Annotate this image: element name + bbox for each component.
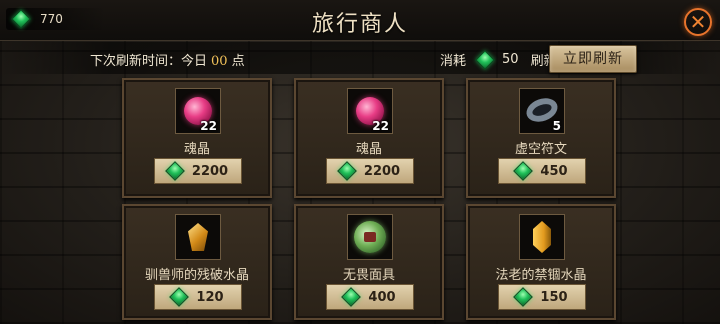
top-bar: 770 旅行商人 ✕ [0, 0, 720, 41]
refresh-hour: 00 [211, 54, 228, 69]
next-refresh-time: 下次刷新时间：今日 00 点 [90, 50, 245, 69]
item-name: 法老的禁锢水晶 [495, 268, 587, 283]
item-name: 虚空符文 [514, 142, 567, 157]
close-icon: ✕ [689, 10, 707, 34]
gem-icon [337, 161, 357, 181]
cost-label: 消耗 [440, 54, 467, 69]
fearless-mask-icon [354, 221, 386, 253]
item-name: 无畏面具 [342, 268, 395, 283]
item-price: 2200 [363, 163, 401, 179]
cost-amount: 50 [502, 52, 519, 67]
shop-item-card[interactable]: 驯兽师的残破水晶 120 [122, 204, 272, 320]
item-slot: 22 [175, 88, 221, 134]
item-price: 2200 [191, 163, 229, 179]
shop-item-card[interactable]: 22 魂晶 2200 [294, 78, 444, 198]
gem-icon [165, 161, 185, 181]
shop-item-card[interactable]: 5 虚空符文 450 [466, 78, 616, 198]
item-slot: 5 [519, 88, 565, 134]
item-name: 魂晶 [183, 142, 210, 157]
buy-button[interactable]: 120 [154, 284, 242, 310]
item-name: 驯兽师的残破水晶 [144, 268, 249, 283]
item-price: 450 [540, 163, 568, 179]
item-quantity: 5 [552, 119, 561, 133]
item-price: 400 [368, 289, 396, 305]
shop-item-card[interactable]: 法老的禁锢水晶 150 [466, 204, 616, 320]
pharaoh-crystal-icon [533, 221, 551, 253]
gem-icon [513, 161, 534, 181]
shop-item-card[interactable]: 无畏面具 400 [294, 204, 444, 320]
refresh-cost: 消耗 50 刷新 [440, 49, 557, 70]
item-slot [347, 214, 393, 260]
gem-icon [475, 49, 495, 70]
item-name: 魂晶 [355, 142, 382, 157]
gem-icon [341, 287, 362, 307]
gem-icon [513, 287, 534, 307]
refresh-now-button[interactable]: 立即刷新 [549, 45, 637, 73]
shop-item-card[interactable]: 22 魂晶 2200 [122, 78, 272, 198]
item-slot: 22 [347, 88, 393, 134]
buy-button[interactable]: 150 [498, 284, 586, 310]
item-slot [519, 214, 565, 260]
item-quantity: 22 [200, 119, 217, 133]
buy-button[interactable]: 2200 [154, 158, 242, 184]
buy-button[interactable]: 2200 [326, 158, 414, 184]
item-quantity: 22 [372, 119, 389, 133]
gem-icon [169, 287, 190, 307]
refresh-suffix: 点 [231, 54, 245, 69]
item-slot [175, 214, 221, 260]
buy-button[interactable]: 450 [498, 158, 586, 184]
buy-button[interactable]: 400 [326, 284, 414, 310]
page-title: 旅行商人 [311, 12, 408, 37]
refresh-label: 下次刷新时间：今日 [90, 54, 208, 69]
item-price: 120 [196, 289, 224, 305]
broken-crystal-icon [188, 223, 208, 251]
item-price: 150 [540, 289, 568, 305]
close-button[interactable]: ✕ [684, 8, 712, 36]
